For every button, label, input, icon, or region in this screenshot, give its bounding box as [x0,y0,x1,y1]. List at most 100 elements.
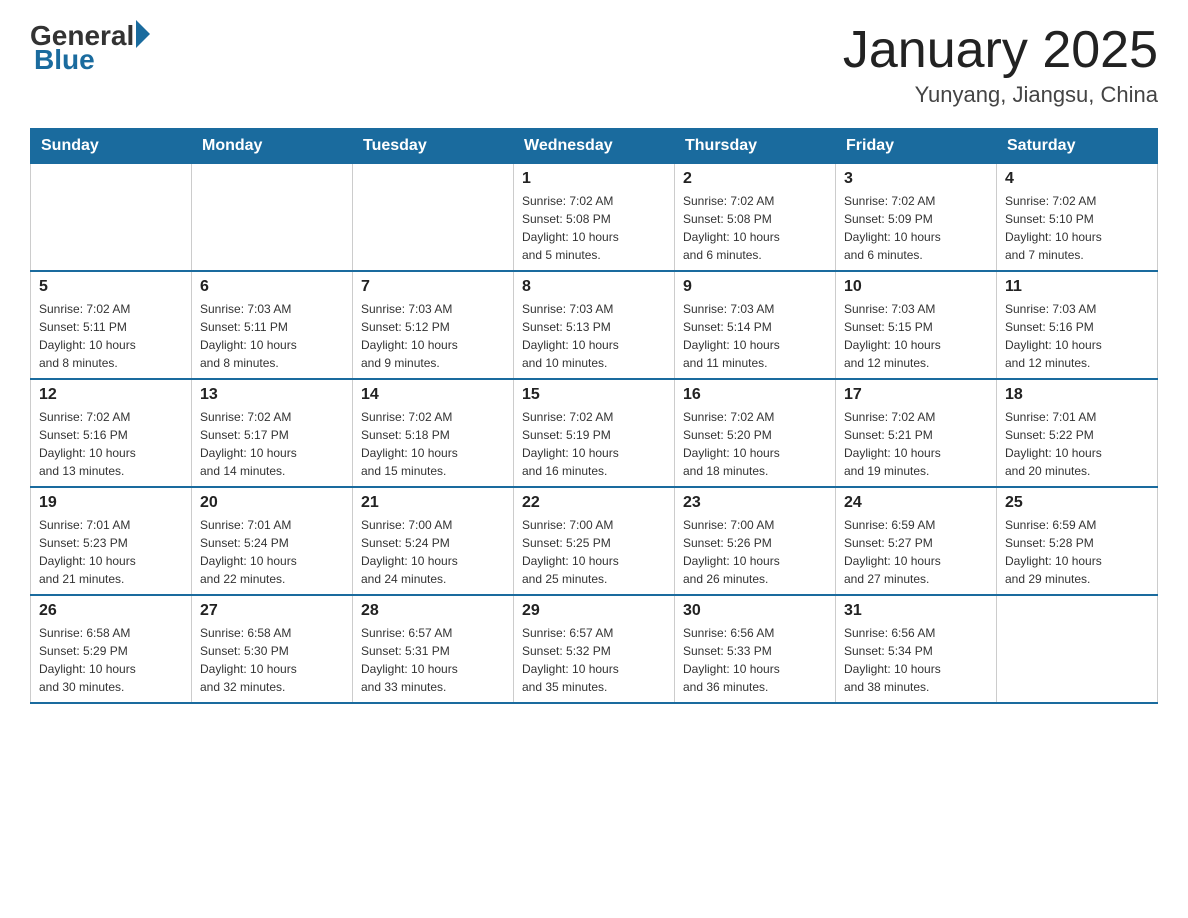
day-number: 10 [844,278,988,296]
day-info: Sunrise: 7:01 AM Sunset: 5:23 PM Dayligh… [39,516,183,588]
calendar-cell: 27 Sunrise: 6:58 AM Sunset: 5:30 PM Dayli… [192,595,353,703]
calendar-cell: 2 Sunrise: 7:02 AM Sunset: 5:08 PM Daylig… [675,164,836,272]
calendar-cell: 30 Sunrise: 6:56 AM Sunset: 5:33 PM Dayli… [675,595,836,703]
day-number: 2 [683,170,827,188]
day-number: 15 [522,386,666,404]
weekday-header-friday: Friday [836,129,997,164]
day-info: Sunrise: 7:02 AM Sunset: 5:20 PM Dayligh… [683,408,827,480]
day-info: Sunrise: 7:02 AM Sunset: 5:11 PM Dayligh… [39,300,183,372]
day-info: Sunrise: 6:58 AM Sunset: 5:29 PM Dayligh… [39,624,183,696]
calendar-cell: 18 Sunrise: 7:01 AM Sunset: 5:22 PM Dayli… [997,379,1158,487]
day-info: Sunrise: 6:58 AM Sunset: 5:30 PM Dayligh… [200,624,344,696]
day-info: Sunrise: 7:00 AM Sunset: 5:26 PM Dayligh… [683,516,827,588]
day-number: 4 [1005,170,1149,188]
day-number: 30 [683,602,827,620]
calendar-cell: 9 Sunrise: 7:03 AM Sunset: 5:14 PM Daylig… [675,271,836,379]
calendar-week-1: 1 Sunrise: 7:02 AM Sunset: 5:08 PM Daylig… [31,164,1158,272]
calendar-week-4: 19 Sunrise: 7:01 AM Sunset: 5:23 PM Dayli… [31,487,1158,595]
day-info: Sunrise: 7:03 AM Sunset: 5:11 PM Dayligh… [200,300,344,372]
calendar-cell: 26 Sunrise: 6:58 AM Sunset: 5:29 PM Dayli… [31,595,192,703]
day-info: Sunrise: 7:02 AM Sunset: 5:17 PM Dayligh… [200,408,344,480]
calendar-cell: 7Sunrise: 7:03 AM Sunset: 5:12 PM Daylig… [353,271,514,379]
calendar-header-row: SundayMondayTuesdayWednesdayThursdayFrid… [31,129,1158,164]
day-number: 6 [200,278,344,296]
calendar-cell: 17 Sunrise: 7:02 AM Sunset: 5:21 PM Dayli… [836,379,997,487]
page-header: General Blue January 2025 Yunyang, Jiang… [30,20,1158,108]
calendar-cell [31,164,192,272]
day-info: Sunrise: 6:59 AM Sunset: 5:27 PM Dayligh… [844,516,988,588]
calendar-table: SundayMondayTuesdayWednesdayThursdayFrid… [30,128,1158,704]
day-number: 8 [522,278,666,296]
weekday-header-wednesday: Wednesday [514,129,675,164]
day-number: 28 [361,602,505,620]
day-number: 20 [200,494,344,512]
calendar-cell: 14 Sunrise: 7:02 AM Sunset: 5:18 PM Dayli… [353,379,514,487]
day-info: Sunrise: 7:02 AM Sunset: 5:18 PM Dayligh… [361,408,505,480]
day-number: 27 [200,602,344,620]
calendar-cell: 6 Sunrise: 7:03 AM Sunset: 5:11 PM Daylig… [192,271,353,379]
day-info: Sunrise: 7:02 AM Sunset: 5:21 PM Dayligh… [844,408,988,480]
day-number: 24 [844,494,988,512]
calendar-cell: 23 Sunrise: 7:00 AM Sunset: 5:26 PM Dayli… [675,487,836,595]
weekday-header-sunday: Sunday [31,129,192,164]
day-number: 1 [522,170,666,188]
location-title: Yunyang, Jiangsu, China [843,82,1158,108]
day-info: Sunrise: 7:00 AM Sunset: 5:24 PM Dayligh… [361,516,505,588]
day-info: Sunrise: 7:02 AM Sunset: 5:08 PM Dayligh… [522,192,666,264]
calendar-cell: 25Sunrise: 6:59 AM Sunset: 5:28 PM Dayli… [997,487,1158,595]
day-number: 9 [683,278,827,296]
calendar-cell [192,164,353,272]
day-number: 26 [39,602,183,620]
day-number: 25 [1005,494,1149,512]
day-number: 17 [844,386,988,404]
logo: General Blue [30,20,150,76]
calendar-cell: 5Sunrise: 7:02 AM Sunset: 5:11 PM Daylig… [31,271,192,379]
calendar-cell [353,164,514,272]
day-number: 13 [200,386,344,404]
calendar-cell: 8Sunrise: 7:03 AM Sunset: 5:13 PM Daylig… [514,271,675,379]
day-info: Sunrise: 6:56 AM Sunset: 5:33 PM Dayligh… [683,624,827,696]
day-info: Sunrise: 7:03 AM Sunset: 5:16 PM Dayligh… [1005,300,1149,372]
day-info: Sunrise: 7:02 AM Sunset: 5:10 PM Dayligh… [1005,192,1149,264]
calendar-cell: 11Sunrise: 7:03 AM Sunset: 5:16 PM Dayli… [997,271,1158,379]
day-info: Sunrise: 7:01 AM Sunset: 5:22 PM Dayligh… [1005,408,1149,480]
day-number: 18 [1005,386,1149,404]
calendar-cell: 20Sunrise: 7:01 AM Sunset: 5:24 PM Dayli… [192,487,353,595]
calendar-cell: 29Sunrise: 6:57 AM Sunset: 5:32 PM Dayli… [514,595,675,703]
weekday-header-tuesday: Tuesday [353,129,514,164]
day-info: Sunrise: 6:56 AM Sunset: 5:34 PM Dayligh… [844,624,988,696]
calendar-week-3: 12 Sunrise: 7:02 AM Sunset: 5:16 PM Dayli… [31,379,1158,487]
day-info: Sunrise: 7:02 AM Sunset: 5:08 PM Dayligh… [683,192,827,264]
day-info: Sunrise: 7:02 AM Sunset: 5:16 PM Dayligh… [39,408,183,480]
day-info: Sunrise: 7:03 AM Sunset: 5:12 PM Dayligh… [361,300,505,372]
day-number: 23 [683,494,827,512]
day-number: 19 [39,494,183,512]
calendar-cell: 15Sunrise: 7:02 AM Sunset: 5:19 PM Dayli… [514,379,675,487]
calendar-cell [997,595,1158,703]
month-title: January 2025 [843,20,1158,80]
day-number: 12 [39,386,183,404]
calendar-cell: 1 Sunrise: 7:02 AM Sunset: 5:08 PM Daylig… [514,164,675,272]
calendar-cell: 28 Sunrise: 6:57 AM Sunset: 5:31 PM Dayli… [353,595,514,703]
calendar-cell: 19 Sunrise: 7:01 AM Sunset: 5:23 PM Dayli… [31,487,192,595]
day-info: Sunrise: 7:00 AM Sunset: 5:25 PM Dayligh… [522,516,666,588]
day-number: 14 [361,386,505,404]
day-number: 29 [522,602,666,620]
day-info: Sunrise: 7:02 AM Sunset: 5:09 PM Dayligh… [844,192,988,264]
day-number: 21 [361,494,505,512]
calendar-cell: 4 Sunrise: 7:02 AM Sunset: 5:10 PM Daylig… [997,164,1158,272]
day-info: Sunrise: 6:57 AM Sunset: 5:31 PM Dayligh… [361,624,505,696]
calendar-cell: 22 Sunrise: 7:00 AM Sunset: 5:25 PM Dayli… [514,487,675,595]
calendar-cell: 10 Sunrise: 7:03 AM Sunset: 5:15 PM Dayli… [836,271,997,379]
calendar-cell: 13 Sunrise: 7:02 AM Sunset: 5:17 PM Dayli… [192,379,353,487]
logo-arrow-icon [136,20,150,48]
day-number: 31 [844,602,988,620]
day-info: Sunrise: 7:03 AM Sunset: 5:14 PM Dayligh… [683,300,827,372]
weekday-header-saturday: Saturday [997,129,1158,164]
day-number: 22 [522,494,666,512]
title-block: January 2025 Yunyang, Jiangsu, China [843,20,1158,108]
day-info: Sunrise: 7:03 AM Sunset: 5:15 PM Dayligh… [844,300,988,372]
calendar-cell: 21 Sunrise: 7:00 AM Sunset: 5:24 PM Dayli… [353,487,514,595]
calendar-week-2: 5Sunrise: 7:02 AM Sunset: 5:11 PM Daylig… [31,271,1158,379]
day-number: 3 [844,170,988,188]
